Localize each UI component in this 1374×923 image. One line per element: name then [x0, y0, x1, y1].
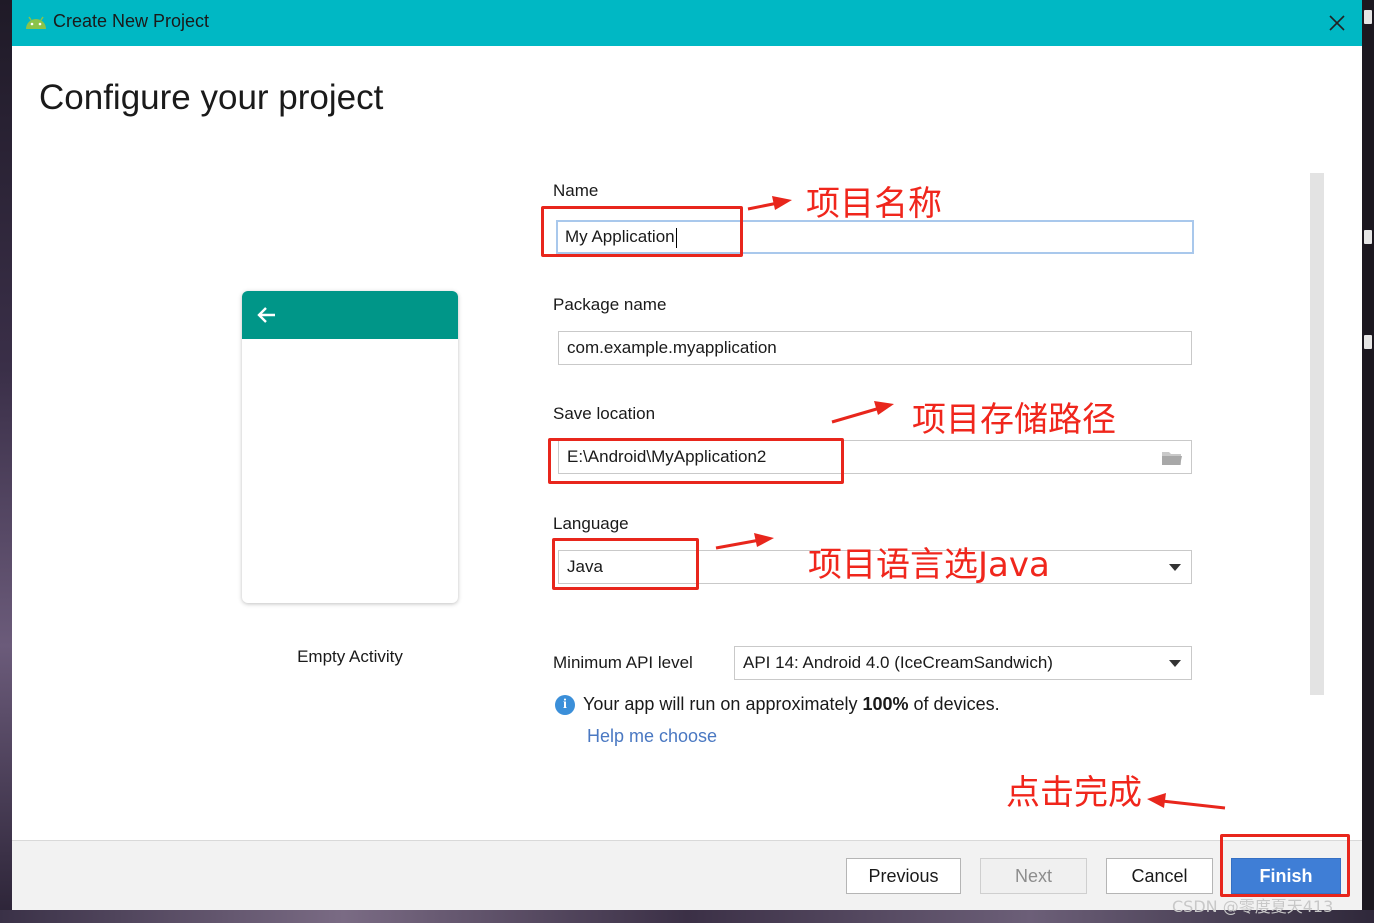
- annotation-arrowhead: [874, 401, 894, 415]
- watermark: CSDN @零度夏天413: [1172, 897, 1334, 916]
- annotation-arrow: [747, 201, 779, 211]
- annotation-language-text: 项目语言选Java: [808, 545, 1050, 585]
- annotation-arrowhead: [772, 196, 792, 210]
- annotation-location-text: 项目存储路径: [912, 400, 1116, 440]
- annotation-arrow: [715, 538, 761, 550]
- annotation-arrow: [831, 406, 881, 424]
- annotation-finish-text: 点击完成: [1006, 773, 1142, 813]
- annotation-arrows: [715, 196, 1226, 810]
- annotation-arrowhead: [754, 533, 774, 547]
- annotation-arrow: [1161, 799, 1226, 810]
- annotation-name-text: 项目名称: [806, 184, 942, 224]
- annotation-arrowhead: [1147, 793, 1166, 808]
